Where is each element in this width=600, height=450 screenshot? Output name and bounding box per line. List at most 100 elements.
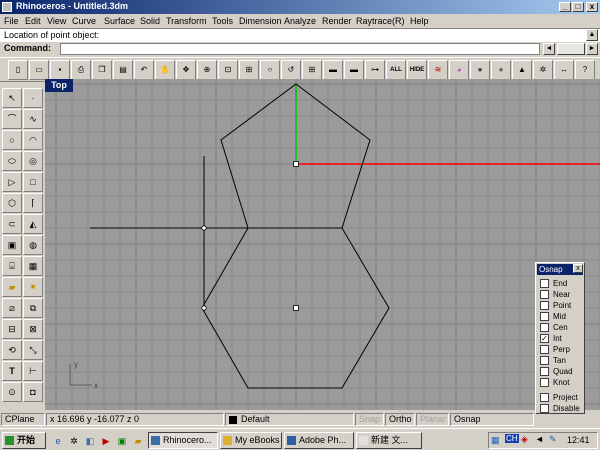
zoom-selected-icon[interactable]: ○	[260, 60, 280, 80]
osnap-checkbox[interactable]	[540, 301, 549, 310]
osnap-checkbox[interactable]: ✓	[540, 334, 549, 343]
osnap-item-point[interactable]: Point	[540, 301, 571, 312]
snap-marker-point[interactable]	[201, 225, 207, 231]
render-sphere-icon[interactable]: ●	[470, 60, 490, 80]
move-arrows-icon[interactable]: ✥	[176, 60, 196, 80]
task-adobe-photoshop[interactable]: Adobe Ph...	[284, 432, 354, 449]
mesh-icon[interactable]: ▦	[23, 256, 43, 276]
osnap-checkbox[interactable]	[540, 323, 549, 332]
undo-icon[interactable]: ↶	[134, 60, 154, 80]
osnap-item-near[interactable]: Near	[540, 290, 570, 301]
zoom-window-icon[interactable]: ⊡	[218, 60, 238, 80]
menu-surface[interactable]: Surface	[104, 16, 135, 26]
scroll-left-icon[interactable]: ◄	[543, 43, 555, 55]
curve-icon[interactable]: ∿	[23, 109, 43, 129]
maximize-button[interactable]: □	[572, 2, 584, 12]
osnap-item-end[interactable]: End	[540, 279, 567, 290]
ime-indicator[interactable]: CH	[505, 434, 519, 443]
dimension-icon[interactable]: ↔	[554, 60, 574, 80]
polygon-icon[interactable]: ⬡	[2, 193, 22, 213]
select-icon[interactable]: ⊶	[365, 60, 385, 80]
polyline-icon[interactable]: ⌒	[2, 109, 22, 129]
spiral-icon[interactable]: ◎	[23, 151, 43, 171]
task-new-document[interactable]: 新建 文...	[356, 432, 422, 449]
outlook-quicklaunch-icon[interactable]: ◧	[84, 435, 96, 447]
osnap-item-tan[interactable]: Tan	[540, 356, 566, 367]
pentagon-center-point[interactable]	[293, 161, 299, 167]
show-all-button[interactable]: ALL	[386, 60, 406, 80]
text-icon[interactable]: T	[2, 361, 22, 381]
history-scroll-button[interactable]: ▲	[586, 29, 598, 41]
osnap-checkbox[interactable]	[540, 356, 549, 365]
input-method-icon[interactable]: ✎	[549, 434, 557, 445]
zoom-extents-icon[interactable]: ⊞	[239, 60, 259, 80]
hexagon-center-point[interactable]	[293, 305, 299, 311]
close-button[interactable]: x	[586, 2, 598, 12]
network-icon[interactable]: ▦	[491, 435, 500, 446]
paste-icon[interactable]: ▤	[113, 60, 133, 80]
player-quicklaunch-icon[interactable]: ▶	[100, 435, 112, 447]
menu-render[interactable]: Render	[322, 16, 352, 26]
osnap-item-knot[interactable]: Knot	[540, 378, 569, 389]
settings-gear-icon[interactable]: ✲	[533, 60, 553, 80]
osnap-toggle[interactable]: Osnap	[450, 413, 534, 426]
light-icon[interactable]: ▲	[512, 60, 532, 80]
snap-toggle[interactable]: Snap	[355, 413, 384, 426]
scroll-right-icon[interactable]: ►	[586, 43, 598, 55]
osnap-checkbox[interactable]	[540, 279, 549, 288]
layers-icon[interactable]: ≋	[428, 60, 448, 80]
viewport-title-tab[interactable]: Top	[45, 79, 73, 92]
select-arrow-icon[interactable]: ↖	[2, 88, 22, 108]
zoom-icon[interactable]: ⊕	[197, 60, 217, 80]
osnap-checkbox[interactable]	[540, 312, 549, 321]
surface-icon[interactable]: ◭	[23, 214, 43, 234]
paint-icon[interactable]: ▰	[2, 277, 22, 297]
settings-quicklaunch-icon[interactable]: ✲	[68, 435, 80, 447]
cplane-pane[interactable]: CPlane	[1, 413, 45, 426]
circle-icon[interactable]: ○	[2, 130, 22, 150]
osnap-item-project[interactable]: Project	[540, 393, 578, 404]
osnap-item-cen[interactable]: Cen	[540, 323, 568, 334]
layer-pane[interactable]: Default	[225, 413, 354, 426]
ungroup-icon[interactable]: ⊠	[23, 319, 43, 339]
fillet-icon[interactable]: ⌈	[23, 193, 43, 213]
hide-button[interactable]: HIDE	[407, 60, 427, 80]
trim-icon[interactable]: ⧄	[2, 298, 22, 318]
arc-icon[interactable]: ◠	[23, 130, 43, 150]
command-input[interactable]	[60, 43, 540, 55]
ortho-toggle[interactable]: Ortho	[385, 413, 415, 426]
osnap-checkbox[interactable]	[540, 290, 549, 299]
rhino-app-icon[interactable]	[2, 2, 12, 12]
volume-icon[interactable]: ◄	[535, 434, 544, 444]
viewport-canvas[interactable]: y x	[45, 79, 600, 410]
osnap-close-icon[interactable]: x	[573, 264, 583, 273]
command-scrollbar[interactable]	[557, 43, 585, 55]
antivirus-icon[interactable]: ◈	[521, 434, 528, 445]
top-viewport[interactable]: y x	[45, 79, 600, 410]
task-my-ebooks[interactable]: My eBooks	[220, 432, 282, 449]
menu-analyze[interactable]: Analyze	[284, 16, 316, 26]
menu-view[interactable]: View	[47, 16, 66, 26]
triangle-icon[interactable]: ▷	[2, 172, 22, 192]
split-icon[interactable]: ⧉	[23, 298, 43, 318]
osnap-checkbox[interactable]	[540, 378, 549, 387]
copy-icon[interactable]: ❐	[92, 60, 112, 80]
menu-file[interactable]: File	[4, 16, 19, 26]
rotate-icon[interactable]: ⟲	[2, 340, 22, 360]
start-button[interactable]: 开始	[2, 432, 46, 449]
clock[interactable]: 12:41	[567, 435, 590, 445]
box-icon[interactable]: ▣	[2, 235, 22, 255]
analyze-icon[interactable]: ⊙	[2, 382, 22, 402]
explode-icon[interactable]: ✷	[23, 277, 43, 297]
desktop-quicklaunch-icon[interactable]: ▣	[116, 435, 128, 447]
planar-toggle[interactable]: Planar	[416, 413, 449, 426]
osnap-checkbox[interactable]	[540, 367, 549, 376]
ellipse-icon[interactable]: ⬭	[2, 151, 22, 171]
osnap-item-quad[interactable]: Quad	[540, 367, 573, 378]
osnap-checkbox[interactable]	[540, 345, 549, 354]
new-file-icon[interactable]: ▯	[8, 60, 28, 80]
cylinder-icon[interactable]: ⌸	[2, 256, 22, 276]
shaded-sphere-icon[interactable]: ●	[491, 60, 511, 80]
dimension-tool-icon[interactable]: ⊢	[23, 361, 43, 381]
menu-solid[interactable]: Solid	[140, 16, 160, 26]
